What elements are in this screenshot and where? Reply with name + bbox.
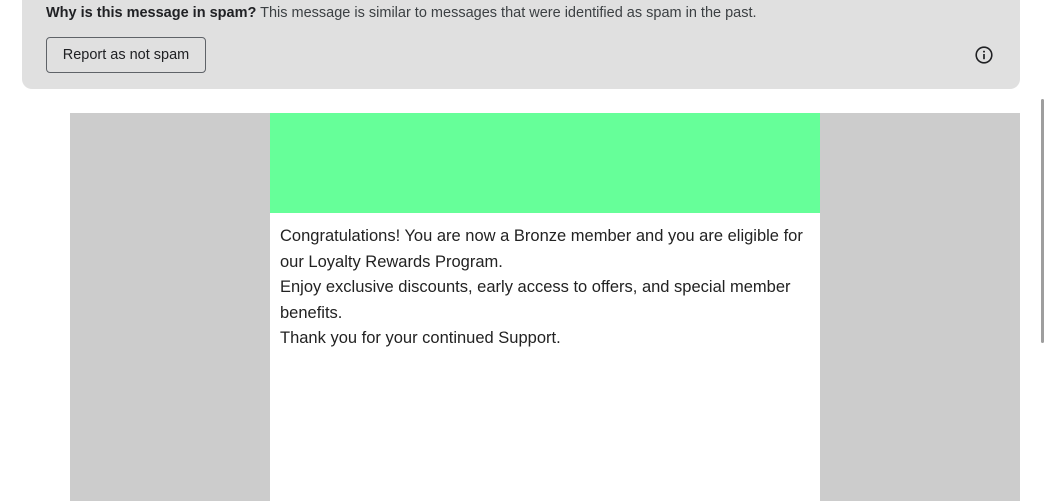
spam-reason-question: Why is this message in spam? xyxy=(46,5,257,21)
info-icon[interactable] xyxy=(974,45,994,65)
spam-warning-banner: Why is this message in spam? This messag… xyxy=(22,0,1020,89)
spam-reason-text: Why is this message in spam? This messag… xyxy=(46,5,757,21)
email-message-card: Congratulations! You are now a Bronze me… xyxy=(270,113,820,501)
email-content-backdrop: Congratulations! You are now a Bronze me… xyxy=(70,113,1020,501)
spam-reason-explanation: This message is similar to messages that… xyxy=(260,5,757,21)
email-paragraph: Enjoy exclusive discounts, early access … xyxy=(280,278,791,322)
report-not-spam-button[interactable]: Report as not spam xyxy=(46,37,206,73)
email-paragraph: Congratulations! You are now a Bronze me… xyxy=(280,227,803,271)
email-header-band xyxy=(270,113,820,213)
email-paragraph: Thank you for your continued Support. xyxy=(280,329,561,347)
email-body: Congratulations! You are now a Bronze me… xyxy=(270,213,820,352)
